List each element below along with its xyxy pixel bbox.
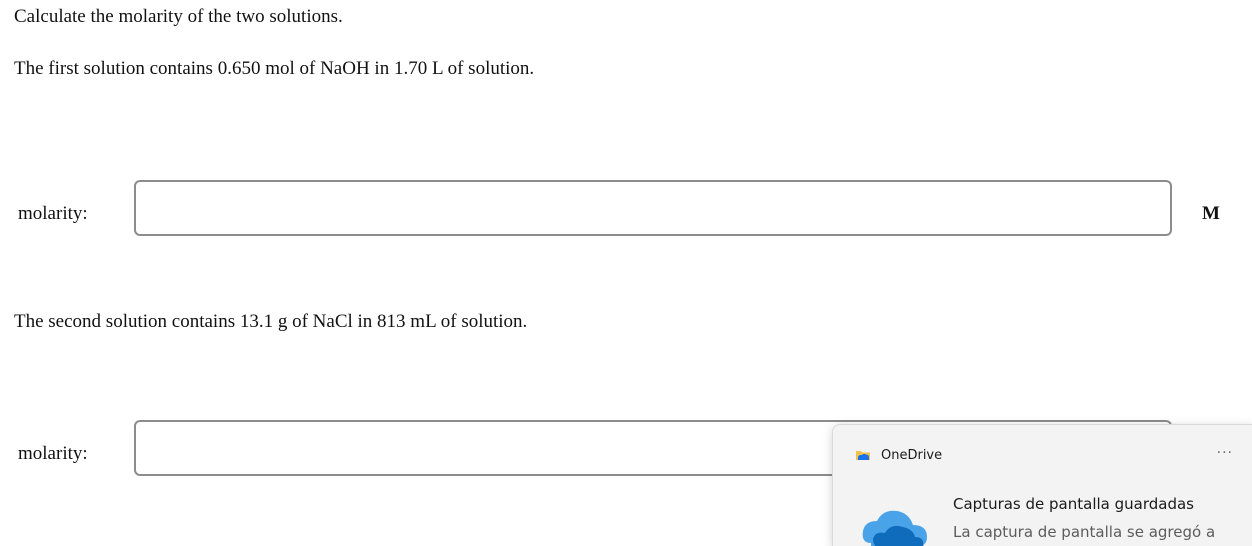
onedrive-toast[interactable]: OneDrive ··· Capturas de pantalla guarda… xyxy=(832,424,1252,546)
part2-statement: The second solution contains 13.1 g of N… xyxy=(14,311,528,332)
question-prompt: Calculate the molarity of the two soluti… xyxy=(14,6,343,27)
part1-molarity-input[interactable] xyxy=(134,180,1172,236)
toast-app-name: OneDrive xyxy=(881,447,943,463)
part1-unit-label: M xyxy=(1202,203,1220,224)
onedrive-folder-icon xyxy=(855,447,871,463)
toast-more-options-icon[interactable]: ··· xyxy=(1217,445,1233,461)
toast-title: Capturas de pantalla guardadas xyxy=(953,495,1194,513)
part2-molarity-label: molarity: xyxy=(18,443,88,464)
onedrive-cloud-icon xyxy=(857,503,931,546)
part1-statement: The first solution contains 0.650 mol of… xyxy=(14,58,535,79)
toast-header: OneDrive xyxy=(855,447,942,463)
part1-molarity-label: molarity: xyxy=(18,203,88,224)
toast-body: La captura de pantalla se agregó a xyxy=(953,523,1216,541)
